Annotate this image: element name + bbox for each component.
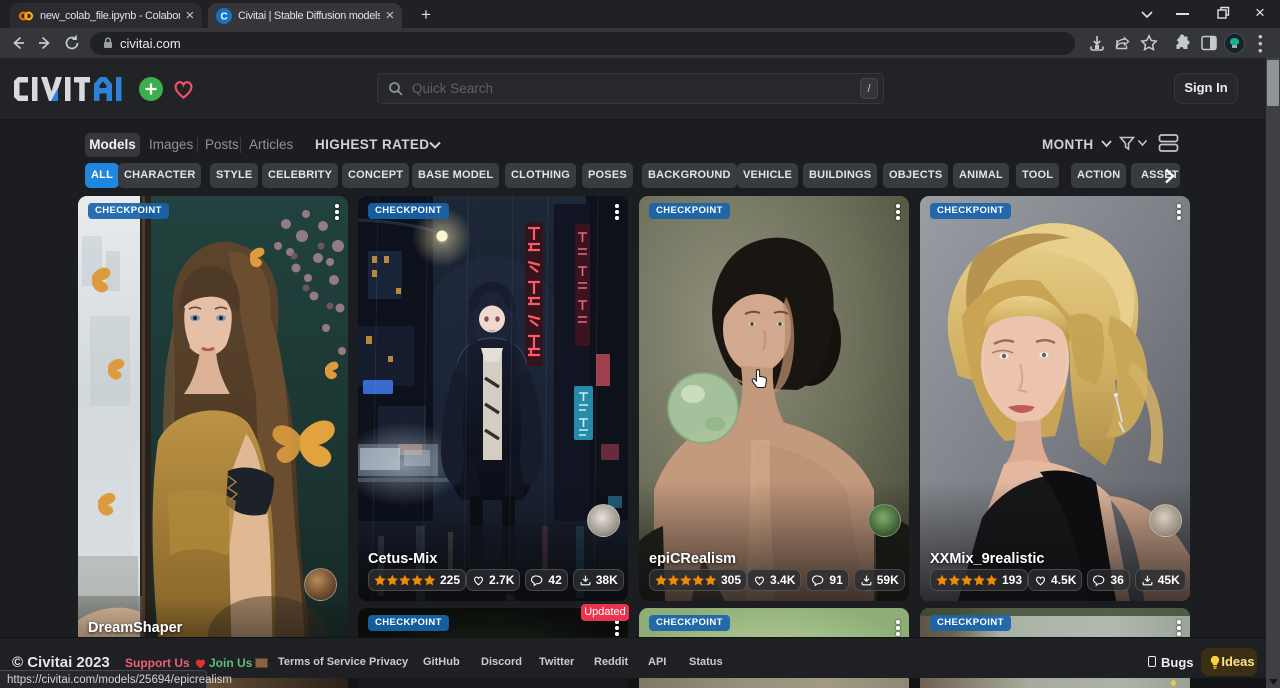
svg-text:C: C <box>221 11 228 22</box>
